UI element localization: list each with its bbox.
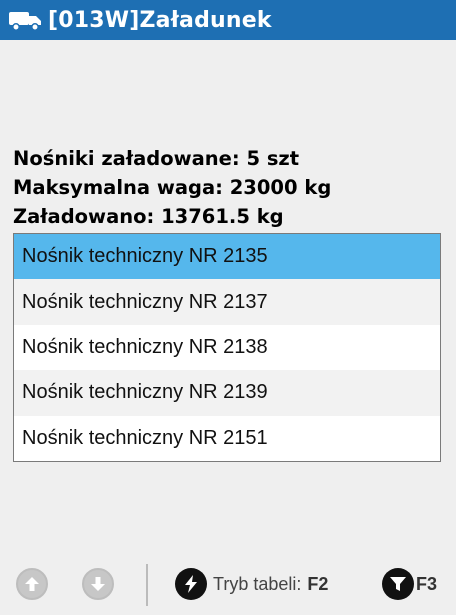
list-item[interactable]: Nośnik techniczny NR 2138 — [14, 325, 440, 370]
arrow-down-icon — [91, 577, 105, 591]
move-down-button[interactable] — [82, 568, 114, 600]
loaded-weight-text: Załadowano: 13761.5 kg — [13, 205, 284, 228]
lightning-icon — [175, 568, 207, 600]
table-mode-label: Tryb tabeli: — [213, 573, 302, 594]
table-mode-key: F2 — [307, 573, 329, 594]
filter-key: F3 — [416, 573, 438, 594]
filter-button[interactable]: F3 — [382, 568, 437, 600]
list-item[interactable]: Nośnik techniczny NR 2151 — [14, 416, 440, 461]
list-item[interactable]: Nośnik techniczny NR 2137 — [14, 279, 440, 325]
loading-summary: Nośniki załadowane: 5 szt Maksymalna wag… — [13, 144, 331, 231]
list-item[interactable]: Nośnik techniczny NR 2139 — [14, 370, 440, 416]
filter-icon — [382, 568, 414, 600]
move-up-button[interactable] — [16, 568, 48, 600]
list-item[interactable]: Nośnik techniczny NR 2135 — [14, 234, 440, 280]
title-bar: [013W]Załadunek — [0, 0, 456, 40]
max-weight-text: Maksymalna waga: 23000 kg — [13, 176, 332, 199]
toolbar-divider — [146, 564, 148, 606]
page-title: [013W]Załadunek — [48, 7, 272, 33]
carrier-list[interactable]: Nośnik techniczny NR 2135 Nośnik technic… — [13, 233, 441, 462]
table-mode-button[interactable]: Tryb tabeli: F2 — [175, 568, 328, 600]
arrow-up-icon — [25, 577, 39, 591]
loaded-count-text: Nośniki załadowane: 5 szt — [13, 147, 300, 170]
truck-icon — [9, 12, 41, 31]
footer-toolbar: Tryb tabeli: F2 F3 — [0, 558, 456, 610]
